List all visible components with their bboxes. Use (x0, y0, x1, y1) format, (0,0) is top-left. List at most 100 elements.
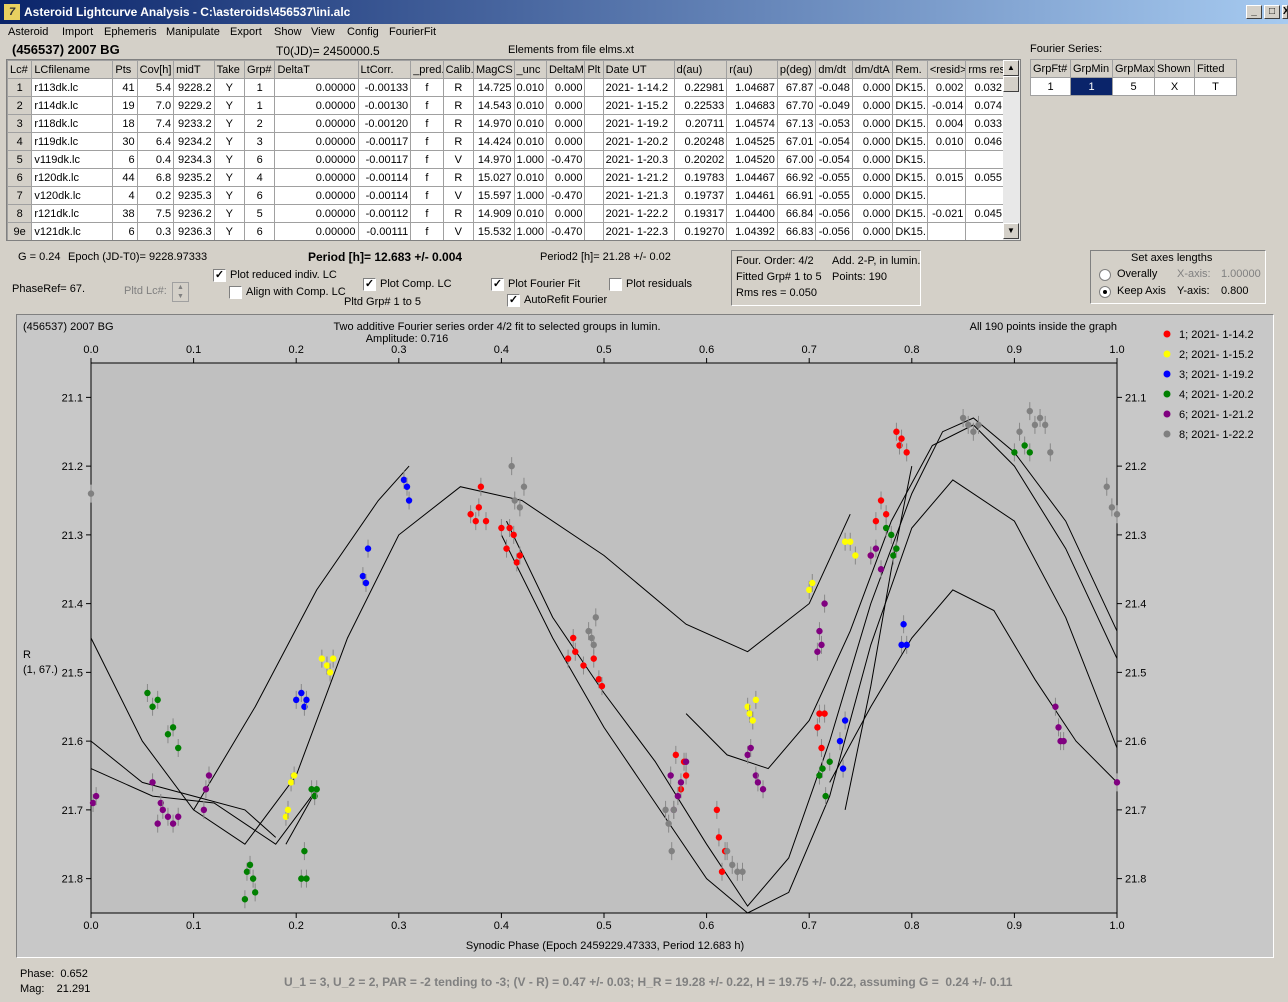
table-cell[interactable]: 2 (244, 114, 276, 133)
table-cell[interactable]: 4 (244, 168, 276, 187)
table-cell[interactable]: -0.049 (815, 96, 853, 115)
pltd-lc-spinner[interactable]: ▲ ▼ (172, 282, 189, 302)
fourier-row[interactable]: 115XT (1030, 77, 1237, 96)
menu-config[interactable]: Config (347, 26, 379, 38)
table-cell[interactable]: Y (213, 78, 246, 97)
table-cell[interactable]: 1.04461 (726, 186, 778, 205)
table-cell[interactable] (965, 186, 1005, 205)
fourier-cell[interactable]: 1 (1030, 77, 1071, 96)
column-header[interactable]: Plt (584, 60, 604, 79)
table-cell[interactable] (584, 78, 604, 97)
column-header[interactable]: rms res (965, 60, 1005, 79)
table-cell[interactable]: r114dk.lc (31, 96, 114, 115)
column-header[interactable]: Lc# (7, 60, 33, 79)
table-cell[interactable]: Y (213, 150, 246, 169)
table-cell[interactable]: 30 (112, 132, 138, 151)
row-header[interactable]: 5 (7, 150, 33, 169)
table-cell[interactable]: 0.000 (851, 204, 894, 223)
table-cell[interactable]: 0.22533 (673, 96, 728, 115)
table-cell[interactable]: -0.00133 (357, 78, 412, 97)
table-cell[interactable]: 67.13 (776, 114, 817, 133)
table-cell[interactable]: V (442, 222, 475, 240)
row-header[interactable]: 3 (7, 114, 33, 133)
table-cell[interactable] (965, 150, 1005, 169)
table-cell[interactable]: f (410, 132, 444, 151)
table-cell[interactable]: 44 (112, 168, 138, 187)
table-cell[interactable]: 14.970 (473, 114, 515, 133)
scroll-down-icon[interactable]: ▼ (1003, 223, 1019, 239)
table-cell[interactable]: 1.000 (513, 222, 547, 240)
fourier-cell[interactable]: T (1194, 77, 1237, 96)
table-cell[interactable]: 7.0 (136, 96, 175, 115)
row-header[interactable]: 7 (7, 186, 33, 205)
table-cell[interactable]: 0.074 (965, 96, 1005, 115)
table-row[interactable]: 8 r121dk.lc 38 7.5 9236.2 Y 5 0.00000 -0.00112 f R… (7, 204, 1005, 223)
align-checkbox[interactable] (229, 286, 242, 299)
keep-axis-radio[interactable] (1099, 286, 1111, 298)
table-cell[interactable] (926, 222, 967, 240)
table-cell[interactable]: R (442, 168, 475, 187)
lightcurve-plot[interactable]: (456537) 2007 BG Two additive Fourier se… (17, 315, 1273, 957)
table-cell[interactable]: 9234.3 (173, 150, 215, 169)
table-cell[interactable]: -0.470 (545, 186, 586, 205)
table-row[interactable]: 4 r119dk.lc 30 6.4 9234.2 Y 3 0.00000 -0.00117 f R… (7, 132, 1005, 151)
table-cell[interactable]: 2021- 1-21.3 (602, 186, 675, 205)
table-cell[interactable]: r119dk.lc (31, 132, 114, 151)
column-header[interactable]: LCfilename (31, 60, 114, 79)
table-cell[interactable]: 1.04392 (726, 222, 778, 240)
table-cell[interactable]: 1 (244, 78, 276, 97)
table-cell[interactable]: 14.424 (473, 132, 515, 151)
table-cell[interactable]: 0.000 (851, 222, 894, 240)
table-cell[interactable]: -0.00117 (357, 132, 412, 151)
table-cell[interactable]: 9229.2 (173, 96, 215, 115)
table-cell[interactable]: DK15.. (892, 150, 928, 169)
table-cell[interactable]: R (442, 96, 475, 115)
table-cell[interactable]: 4 (112, 186, 138, 205)
table-cell[interactable]: 0.000 (545, 168, 586, 187)
table-cell[interactable]: Y (213, 132, 246, 151)
table-cell[interactable]: 0.000 (545, 132, 586, 151)
table-cell[interactable]: r121dk.lc (31, 204, 114, 223)
close-button[interactable]: X (1282, 5, 1288, 19)
table-cell[interactable]: 1.04467 (726, 168, 778, 187)
table-cell[interactable]: Y (213, 114, 246, 133)
table-cell[interactable]: DK15.. (892, 168, 928, 187)
menu-show[interactable]: Show (274, 26, 302, 38)
table-cell[interactable]: 0.20711 (673, 114, 728, 133)
column-header[interactable]: Cov[h] (136, 60, 175, 79)
table-cell[interactable]: 7.5 (136, 204, 175, 223)
table-cell[interactable]: 66.92 (776, 168, 817, 187)
column-header[interactable]: dm/dtA (851, 60, 894, 79)
table-cell[interactable]: 0.010 (513, 78, 547, 97)
column-header[interactable]: LtCorr. (357, 60, 412, 79)
table-cell[interactable]: 0.00000 (274, 204, 359, 223)
table-cell[interactable]: 0.010 (513, 168, 547, 187)
fourier-cell[interactable]: 1 (1070, 77, 1113, 96)
column-header[interactable]: dm/dt (815, 60, 853, 79)
column-header[interactable]: DeltaM (545, 60, 586, 79)
table-cell[interactable]: 0.00000 (274, 96, 359, 115)
plot-frame[interactable]: (456537) 2007 BG Two additive Fourier se… (16, 314, 1274, 958)
row-header[interactable]: 9e (7, 222, 33, 240)
table-cell[interactable]: 0.033 (965, 114, 1005, 133)
plot-reduced-checkbox[interactable]: ✓ (213, 269, 226, 282)
table-cell[interactable]: -0.470 (545, 150, 586, 169)
table-cell[interactable]: 1.04683 (726, 96, 778, 115)
table-cell[interactable]: 0.032 (965, 78, 1005, 97)
table-cell[interactable]: 0.010 (513, 204, 547, 223)
plot-residuals-checkbox[interactable] (609, 278, 622, 291)
table-cell[interactable]: R (442, 114, 475, 133)
table-cell[interactable]: 0.00000 (274, 168, 359, 187)
menu-manipulate[interactable]: Manipulate (166, 26, 220, 38)
overally-radio[interactable] (1099, 269, 1111, 281)
table-cell[interactable]: 2021- 1-22.2 (602, 204, 675, 223)
table-cell[interactable]: 0.000 (851, 132, 894, 151)
table-cell[interactable]: 18 (112, 114, 138, 133)
table-cell[interactable]: -0.00130 (357, 96, 412, 115)
table-cell[interactable]: -0.055 (815, 186, 853, 205)
table-cell[interactable]: 0.002 (926, 78, 967, 97)
table-cell[interactable] (584, 150, 604, 169)
table-cell[interactable]: 67.70 (776, 96, 817, 115)
column-header[interactable]: <resid> (926, 60, 967, 79)
plot-comp-checkbox[interactable]: ✓ (363, 278, 376, 291)
